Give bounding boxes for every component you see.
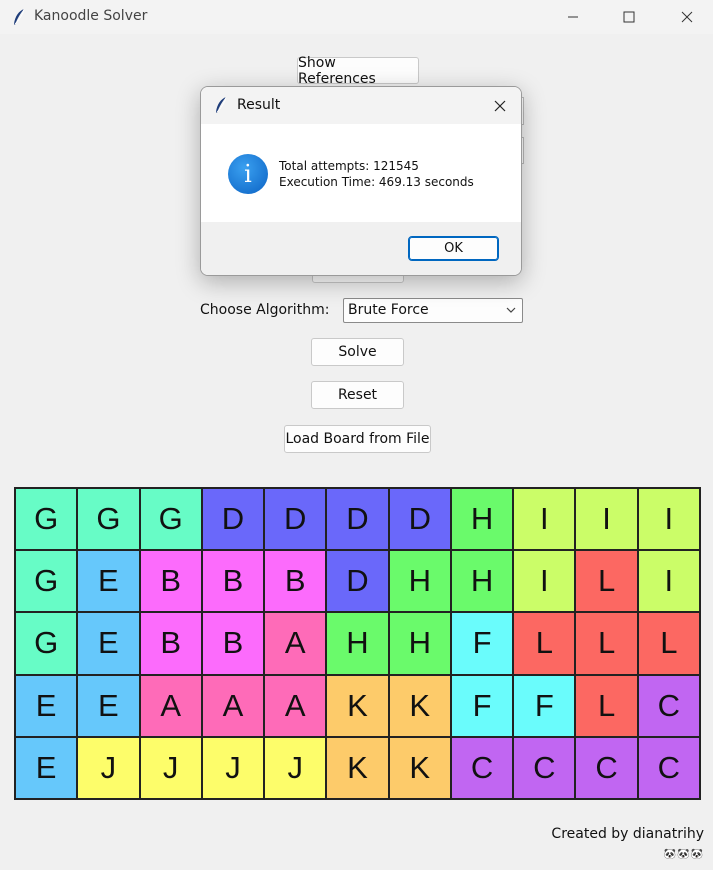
reset-button[interactable]: Reset: [311, 381, 404, 409]
window-title: Kanoodle Solver: [34, 8, 148, 24]
board-cell: L: [575, 612, 638, 675]
board-cell: A: [264, 674, 327, 737]
board-cell: D: [264, 488, 327, 551]
board-cell: D: [201, 488, 265, 551]
board-cell: I: [575, 488, 638, 551]
board-cell: K: [326, 736, 389, 799]
board-cell: E: [15, 674, 78, 737]
dialog-title: Result: [237, 97, 281, 113]
board-cell: B: [139, 550, 202, 613]
panda-emojis: 🐼🐼🐼: [663, 849, 704, 860]
board-cell: B: [201, 550, 265, 613]
board-cell: J: [139, 736, 202, 799]
feather-icon: [216, 96, 227, 113]
board-cell: K: [326, 674, 389, 737]
board-cell: K: [388, 674, 451, 737]
board-cell: A: [139, 674, 202, 737]
board-cell: G: [139, 488, 202, 551]
board-cell: I: [637, 488, 700, 551]
maximize-icon: [623, 11, 635, 23]
board-cell: C: [637, 674, 700, 737]
board-cell: E: [15, 736, 78, 799]
board-cell: H: [450, 488, 514, 551]
board-cell: I: [513, 488, 576, 551]
close-button[interactable]: [664, 0, 710, 34]
board-cell: J: [201, 736, 265, 799]
board-cell: L: [575, 550, 638, 613]
dialog-message: Total attempts: 121545 Execution Time: 4…: [279, 158, 474, 190]
algorithm-label: Choose Algorithm:: [200, 302, 330, 318]
board-cell: B: [139, 612, 202, 675]
board-cell: B: [201, 612, 265, 675]
total-attempts-text: Total attempts: 121545: [279, 159, 419, 173]
board-cell: E: [77, 674, 140, 737]
board-cell: L: [575, 674, 638, 737]
board-cell: C: [513, 736, 576, 799]
ok-button[interactable]: OK: [408, 236, 499, 261]
kanoodle-board: GGGDDDDHIIIGEBBBDHHILIGEBBAHHFLLLEEAAAKK…: [14, 487, 701, 800]
feather-icon: [14, 8, 25, 25]
board-cell: J: [77, 736, 140, 799]
board-cell: J: [264, 736, 327, 799]
board-cell: G: [77, 488, 140, 551]
dialog-footer: OK: [201, 222, 521, 275]
board-cell: B: [264, 550, 327, 613]
board-cell: E: [77, 612, 140, 675]
board-cell: H: [450, 550, 514, 613]
board-cell: E: [77, 550, 140, 613]
credit-text: Created by dianatrihy: [551, 826, 704, 842]
result-dialog: Result i Total attempts: 121545 Executio…: [200, 86, 522, 276]
board-cell: C: [450, 736, 514, 799]
board-cell: H: [388, 612, 451, 675]
board-cell: H: [326, 612, 389, 675]
main-window: Kanoodle Solver Show References Add Piec…: [0, 0, 713, 870]
execution-time-text: Execution Time: 469.13 seconds: [279, 175, 474, 189]
dialog-body: i Total attempts: 121545 Execution Time:…: [201, 124, 521, 222]
close-icon: [681, 11, 693, 23]
board-cell: F: [450, 612, 514, 675]
info-icon: i: [228, 154, 268, 194]
dialog-title-bar[interactable]: Result: [201, 87, 521, 124]
board-cell: G: [15, 612, 78, 675]
minimize-icon: [568, 16, 578, 18]
algorithm-selected-value: Brute Force: [348, 302, 429, 318]
dialog-close-button[interactable]: [487, 93, 513, 119]
chevron-down-icon: [506, 307, 516, 313]
maximize-button[interactable]: [606, 0, 652, 34]
title-bar[interactable]: Kanoodle Solver: [0, 0, 713, 34]
board-cell: H: [388, 550, 451, 613]
board-cell: G: [15, 550, 78, 613]
algorithm-select[interactable]: Brute Force: [343, 298, 523, 323]
board-cell: D: [326, 488, 389, 551]
load-board-button[interactable]: Load Board from File: [284, 425, 431, 453]
board-cell: C: [637, 736, 700, 799]
board-cell: C: [575, 736, 638, 799]
board-cell: L: [513, 612, 576, 675]
board-cell: I: [513, 550, 576, 613]
board-cell: K: [388, 736, 451, 799]
board-cell: F: [450, 674, 514, 737]
board-cell: A: [264, 612, 327, 675]
board-cell: F: [513, 674, 576, 737]
minimize-button[interactable]: [550, 0, 596, 34]
solve-button[interactable]: Solve: [311, 338, 404, 366]
board-cell: D: [388, 488, 451, 551]
show-references-button[interactable]: Show References: [297, 55, 419, 87]
board-cell: G: [15, 488, 78, 551]
board-cell: D: [326, 550, 389, 613]
close-icon: [494, 100, 506, 112]
board-cell: I: [637, 550, 700, 613]
board-cell: L: [637, 612, 700, 675]
board-cell: A: [201, 674, 265, 737]
